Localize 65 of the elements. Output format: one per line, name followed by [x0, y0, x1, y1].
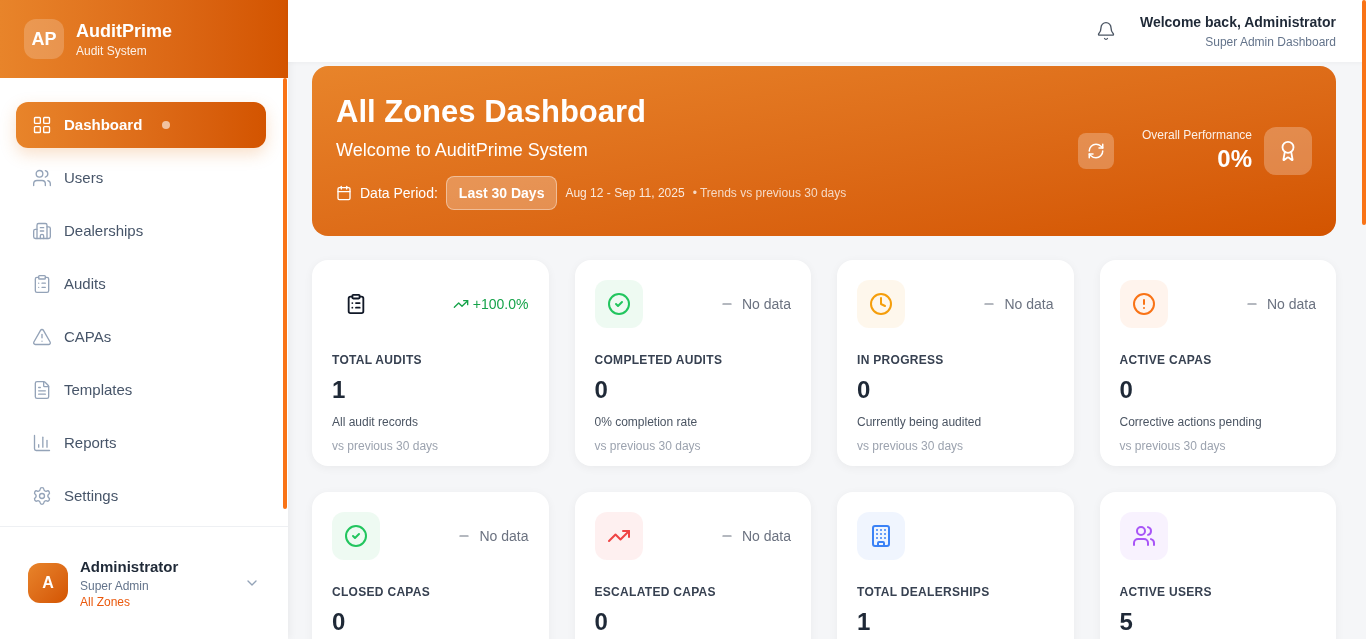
nav-item[interactable]: Settings [16, 473, 266, 519]
card-value: 0 [594, 375, 609, 405]
card-description: Corrective actions pending [1119, 414, 1263, 430]
settings-icon [32, 486, 52, 506]
card-value: 1 [332, 375, 347, 405]
user-zone: All Zones [80, 594, 132, 611]
trend-value: No data [1266, 295, 1316, 314]
trend-note: • Trends vs previous 30 days [692, 185, 847, 201]
calendar-icon [336, 185, 352, 201]
trend-value: +100.0% [472, 295, 529, 314]
user-name: Administrator [80, 556, 180, 577]
period-label: Data Period: [360, 184, 438, 203]
warning-icon [32, 327, 52, 347]
card-comparison: vs previous 30 days [594, 438, 702, 454]
card-title: ESCALATED CAPAS [594, 584, 717, 600]
card-title: TOTAL DEALERSHIPS [857, 584, 991, 600]
trend-value: No data [741, 295, 791, 314]
card-description: 0% completion rate [594, 414, 699, 430]
nav-item[interactable]: Audits [16, 261, 266, 307]
card-description: All audit records [332, 414, 420, 430]
grid-icon [32, 115, 52, 135]
date-range: Aug 12 - Sep 11, 2025 [565, 185, 685, 201]
performance-value: 0% [1217, 144, 1252, 174]
hero-subtitle: Welcome to AuditPrime System [336, 139, 589, 162]
building-icon [32, 221, 52, 241]
card-value: 1 [857, 607, 872, 637]
clipboard-icon [32, 274, 52, 294]
welcome-text: Welcome back, Administrator [1139, 13, 1336, 32]
card-title: CLOSED CAPAS [332, 584, 432, 600]
card-description: Currently being audited [857, 414, 983, 430]
logo-mark: AP [24, 19, 64, 59]
card-value: 0 [332, 607, 347, 637]
dashboard-subtitle: Super Admin Dashboard [1205, 34, 1336, 50]
users-icon [32, 168, 52, 188]
refresh-icon [1086, 142, 1105, 160]
card-title: COMPLETED AUDITS [594, 352, 724, 368]
trend-value: No data [741, 527, 791, 546]
card-title: ACTIVE CAPAS [1119, 352, 1213, 368]
card-value: 0 [857, 375, 872, 405]
bar-chart-icon [32, 433, 52, 453]
performance-label: Overall Performance [1141, 127, 1252, 143]
nav-item[interactable]: Users [16, 155, 266, 201]
document-icon [32, 380, 52, 400]
card-title: IN PROGRESS [857, 352, 945, 368]
card-comparison: vs previous 30 days [1119, 438, 1227, 454]
card-comparison: vs previous 30 days [857, 438, 965, 454]
bell-icon[interactable] [1095, 21, 1116, 41]
card-title: TOTAL AUDITS [332, 352, 423, 368]
app-name: AuditPrime [76, 20, 172, 43]
nav-item[interactable]: Templates [16, 367, 266, 413]
trend-value: No data [1004, 295, 1054, 314]
card-title: ACTIVE USERS [1119, 584, 1213, 600]
card-comparison: vs previous 30 days [332, 438, 440, 454]
app-subtitle: Audit System [76, 43, 148, 59]
nav-item[interactable]: CAPAs [16, 314, 266, 360]
card-value: 5 [1119, 607, 1134, 637]
user-avatar: A [28, 563, 68, 603]
card-value: 0 [594, 607, 609, 637]
trend-value: No data [479, 527, 529, 546]
hero-title: All Zones Dashboard [336, 93, 648, 131]
nav-item[interactable]: Reports [16, 420, 266, 466]
nav-item[interactable]: Dealerships [16, 208, 266, 254]
refresh-button[interactable] [1077, 133, 1114, 169]
card-value: 0 [1119, 375, 1134, 405]
user-role: Super Admin [80, 578, 150, 595]
